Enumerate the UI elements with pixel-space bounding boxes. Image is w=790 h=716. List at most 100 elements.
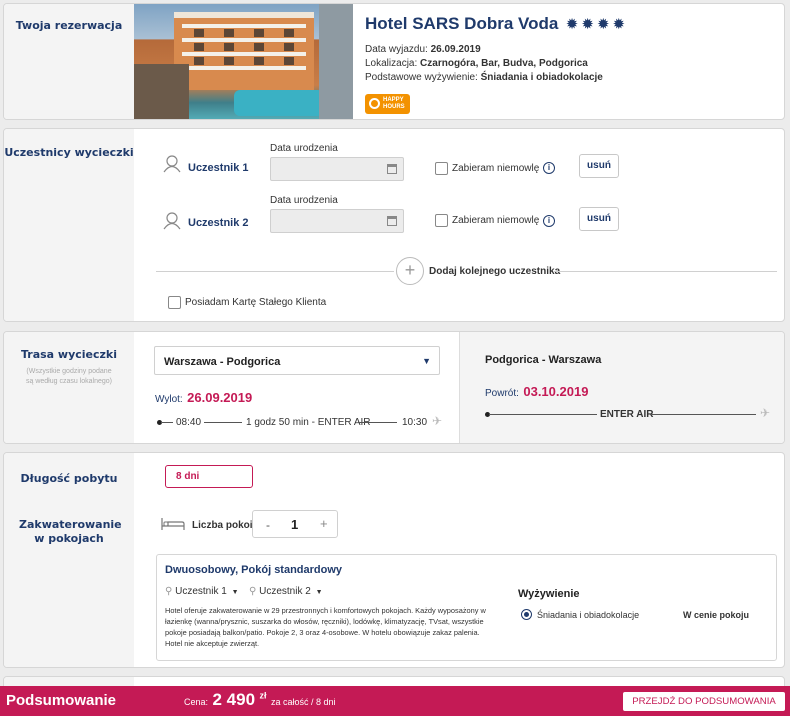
meals-option-label: Śniadania i obiadokolacje bbox=[537, 610, 640, 620]
plane-icon: ✈ bbox=[760, 406, 771, 420]
person-icon: ⚲ bbox=[249, 586, 257, 597]
departure-label: Data wyjazdu: bbox=[365, 44, 428, 55]
rooms-count-value: 1 bbox=[291, 517, 299, 532]
hotel-photo-illustration bbox=[134, 4, 353, 119]
rooms-increment-button[interactable]: + bbox=[320, 516, 328, 531]
duration-select[interactable]: 8 dni bbox=[165, 465, 253, 488]
return-flight-info: ENTER AIR bbox=[600, 409, 654, 420]
flight-line bbox=[489, 414, 597, 415]
summary-bar: Podsumowanie Cena: 2 490 zł za całość / … bbox=[0, 686, 790, 716]
flight-line bbox=[161, 422, 173, 423]
participant-2-infant-checkbox[interactable] bbox=[435, 214, 448, 227]
location-value: Czarnogóra, Bar, Budva, Podgorica bbox=[420, 58, 588, 69]
person-icon bbox=[163, 212, 181, 230]
departure-date: 26.09.2019 bbox=[430, 44, 481, 55]
location-label: Lokalizacja: bbox=[365, 58, 418, 69]
add-divider-left bbox=[156, 271, 394, 272]
add-participant-button[interactable]: + bbox=[396, 257, 424, 285]
stay-card: Długość pobytu Zakwaterowanie w pokojach… bbox=[3, 452, 785, 668]
outbound-arrival-time: 10:30 bbox=[402, 417, 428, 428]
participants-label-panel: Uczestnicy wycieczki bbox=[4, 129, 134, 321]
room-participant-2-label: Uczestnik 2 bbox=[259, 586, 311, 597]
outbound-date-row: Wylot: 26.09.2019 bbox=[155, 389, 252, 407]
clock-icon bbox=[369, 98, 380, 109]
loyalty-card-label: Posiadam Kartę Stałego Klienta bbox=[185, 297, 327, 308]
meals-price-label: W cenie pokoju bbox=[683, 610, 750, 620]
participant-1-remove-button[interactable]: usuń bbox=[579, 154, 619, 178]
star-icon: ✹ bbox=[612, 16, 629, 33]
duration-value: 8 dni bbox=[176, 471, 200, 482]
board-label: Podstawowe wyżywienie: bbox=[365, 72, 478, 83]
participant-2-dob-field[interactable] bbox=[270, 209, 404, 233]
hotel-name-row: Hotel SARS Dobra Voda ✹✹✹✹ bbox=[365, 14, 628, 34]
hotel-photo bbox=[134, 4, 353, 119]
route-label-panel: Trasa wycieczki (Wszystkie godziny podan… bbox=[4, 332, 134, 443]
dropdown-arrow-icon: ▼ bbox=[422, 356, 431, 366]
reservation-label-panel: Twoja rezerwacja bbox=[4, 4, 134, 119]
board-line: Podstawowe wyżywienie: Śniadania i obiad… bbox=[365, 72, 603, 83]
room-title: Dwuosobowy, Pokój standardowy bbox=[165, 564, 343, 576]
duration-section-label: Długość pobytu bbox=[20, 472, 118, 485]
room-participant-1-label: Uczestnik 1 bbox=[175, 586, 227, 597]
summary-price: Cena: 2 490 zł za całość / 8 dni bbox=[184, 690, 336, 710]
outbound-date: 26.09.2019 bbox=[187, 390, 253, 405]
outbound-departure-time: 08:40 bbox=[176, 417, 202, 428]
badge-line-1: HAPPY bbox=[383, 97, 404, 103]
price-value: 2 490 bbox=[212, 690, 256, 709]
meals-title: Wyżywienie bbox=[518, 588, 580, 600]
outbound-flight-info: 1 godz 50 min - ENTER AIR bbox=[246, 417, 371, 428]
participant-1-dob-label: Data urodzenia bbox=[270, 143, 338, 154]
return-date-row: Powrót: 03.10.2019 bbox=[485, 383, 588, 401]
person-icon bbox=[163, 155, 181, 173]
location-line: Lokalizacja: Czarnogóra, Bar, Budva, Pod… bbox=[365, 58, 588, 69]
info-icon[interactable]: i bbox=[543, 162, 555, 174]
plane-icon: ✈ bbox=[432, 414, 443, 428]
return-label: Powrót: bbox=[485, 388, 519, 399]
hotel-stars: ✹✹✹✹ bbox=[566, 16, 628, 33]
price-currency: zł bbox=[259, 690, 267, 701]
rooms-decrement-button[interactable]: - bbox=[266, 518, 270, 532]
participants-card: Uczestnicy wycieczki Uczestnik 1 Data ur… bbox=[3, 128, 785, 322]
loyalty-card-checkbox[interactable] bbox=[168, 296, 181, 309]
info-icon[interactable]: i bbox=[543, 215, 555, 227]
reservation-section-label: Twoja rezerwacja bbox=[15, 19, 123, 32]
return-date: 03.10.2019 bbox=[523, 384, 589, 399]
rooms-stepper[interactable]: - 1 + bbox=[252, 510, 338, 538]
star-icon: ✹ bbox=[565, 16, 582, 33]
plus-icon: + bbox=[404, 260, 416, 280]
participant-2-dob-label: Data urodzenia bbox=[270, 195, 338, 206]
go-to-summary-button[interactable]: PRZEJDŹ DO PODSUMOWANIA bbox=[623, 692, 785, 711]
return-panel: Podgorica - Warszawa Powrót: 03.10.2019 … bbox=[459, 332, 784, 443]
flight-line bbox=[650, 414, 756, 415]
summary-title: Podsumowanie bbox=[6, 692, 117, 709]
meals-radio[interactable] bbox=[521, 609, 532, 620]
happy-hours-badge: HAPPY HOURS bbox=[365, 94, 410, 114]
flight-line bbox=[359, 422, 397, 423]
badge-line-2: HOURS bbox=[383, 104, 405, 110]
participant-1-dob-field[interactable] bbox=[270, 157, 404, 181]
room-participant-2[interactable]: ⚲ Uczestnik 2 ▼ bbox=[249, 586, 323, 597]
outbound-route-select[interactable]: Warszawa - Podgorica ▼ bbox=[154, 346, 440, 375]
calendar-icon bbox=[387, 216, 397, 226]
add-divider-right bbox=[554, 271, 777, 272]
dropdown-arrow-icon: ▼ bbox=[231, 589, 239, 596]
room-description: Hotel oferuje zakwaterowanie w 29 przest… bbox=[165, 606, 486, 648]
radio-dot bbox=[524, 612, 529, 617]
add-participant-label[interactable]: Dodaj kolejnego uczestnika bbox=[429, 266, 560, 277]
room-participant-1[interactable]: ⚲ Uczestnik 1 ▼ bbox=[165, 586, 239, 597]
flight-line bbox=[204, 422, 242, 423]
reservation-card: Twoja rezerwacja Hotel SARS Dobra Voda ✹… bbox=[3, 3, 785, 120]
person-icon: ⚲ bbox=[165, 586, 173, 597]
outbound-label: Wylot: bbox=[155, 394, 183, 405]
star-icon: ✹ bbox=[596, 16, 613, 33]
board-value: Śniadania i obiadokolacje bbox=[480, 72, 603, 83]
calendar-icon bbox=[387, 164, 397, 174]
dropdown-arrow-icon: ▼ bbox=[315, 589, 323, 596]
hotel-name: Hotel SARS Dobra Voda bbox=[365, 14, 559, 33]
participants-section-label: Uczestnicy wycieczki bbox=[4, 146, 134, 159]
participant-2-remove-button[interactable]: usuń bbox=[579, 207, 619, 231]
participant-1-infant-checkbox[interactable] bbox=[435, 162, 448, 175]
route-card: Trasa wycieczki (Wszystkie godziny podan… bbox=[3, 331, 785, 444]
price-label: Cena: bbox=[184, 697, 209, 707]
outbound-route-value: Warszawa - Podgorica bbox=[164, 356, 281, 368]
